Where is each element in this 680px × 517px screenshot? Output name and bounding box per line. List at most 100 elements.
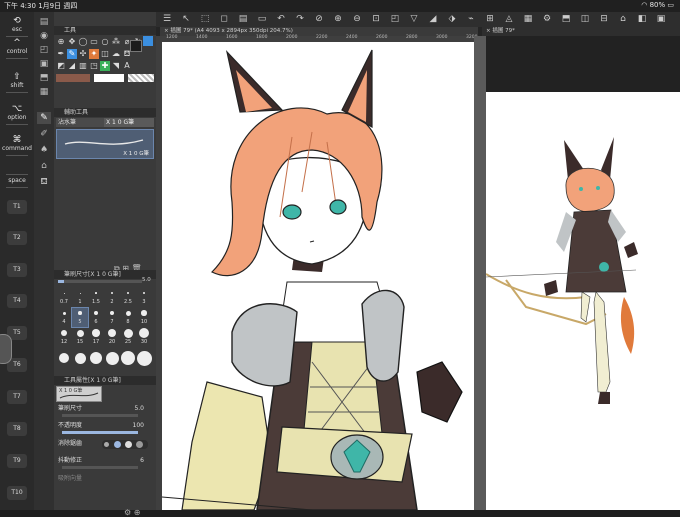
property-brush-preview[interactable]: X 1 0 G筆 [56, 386, 102, 402]
brush-size-option[interactable] [56, 350, 72, 366]
brush-size-option[interactable]: 17 [88, 328, 104, 347]
sub-tool-tab-g-pen[interactable]: X 1 0 G筆 [104, 118, 154, 127]
brush-size-option[interactable]: 25 [120, 328, 136, 347]
brush-size-option[interactable]: 2 [104, 288, 120, 307]
new-file-icon[interactable]: ◻ [217, 12, 231, 27]
edge-handle[interactable] [0, 334, 12, 364]
shortcut-key-t4[interactable]: T4 [7, 294, 27, 308]
prop-brush-size-slider[interactable] [62, 414, 138, 417]
redo-icon[interactable]: ↷ [293, 12, 307, 27]
eraser-tool-icon[interactable]: ⌂ [37, 160, 51, 172]
transform-icon[interactable]: ◢ [426, 12, 440, 27]
shortcut-key-t1[interactable]: T1 [7, 200, 27, 214]
eraser-icon[interactable]: ◫ [100, 49, 110, 59]
brush-size-option[interactable] [136, 350, 152, 366]
transparent-color-swatch[interactable] [128, 74, 154, 82]
airbrush-icon[interactable]: ✣ [78, 49, 88, 59]
prop-stabilization-row[interactable]: 抖動修正 6 [58, 456, 152, 465]
fullscreen-icon[interactable]: ▣ [654, 12, 668, 27]
layer-icon[interactable]: ▦ [521, 12, 535, 27]
esc-key[interactable]: ⟲ esc [2, 16, 32, 37]
zoom-in-icon[interactable]: ⊕ [331, 12, 345, 27]
brush-tool-icon[interactable]: ♠ [37, 144, 51, 156]
properties-icon[interactable]: ◉ [37, 30, 51, 42]
gradient-icon[interactable]: ◩ [56, 61, 66, 71]
crop-icon[interactable]: ◰ [388, 12, 402, 27]
brush-size-option[interactable]: 4 [56, 308, 72, 327]
magic-wand-icon[interactable]: ⁂ [111, 37, 121, 47]
sep[interactable]: ⬚ [198, 12, 212, 27]
text-icon[interactable]: A [122, 61, 132, 71]
save-icon[interactable]: ▭ [255, 12, 269, 27]
menu-icon[interactable]: ☰ [160, 12, 174, 27]
frame-icon[interactable]: ▥ [78, 61, 88, 71]
ruler-icon[interactable]: ◳ [89, 61, 99, 71]
prop-vector-row[interactable]: 吸附向量 [58, 474, 152, 483]
blend-icon[interactable]: ☁ [111, 49, 121, 59]
brush-size-option[interactable]: 1 [72, 288, 88, 307]
selected-brush-item[interactable]: X 1 0 G筆 [56, 129, 154, 159]
sub-color-swatch[interactable] [94, 74, 124, 82]
decoration-icon[interactable]: ✦ [89, 49, 99, 59]
brush-size-slider[interactable] [58, 280, 142, 283]
property-footer-icons[interactable]: ⚙ ⊕ [124, 508, 140, 517]
brush-size-option[interactable]: 0.7 [56, 288, 72, 307]
material-icon[interactable]: ▦ [37, 86, 51, 98]
brush-size-option[interactable] [88, 350, 104, 366]
sub-color-chip[interactable] [143, 36, 153, 46]
snap-icon[interactable]: ⌁ [464, 12, 478, 27]
color-icon[interactable]: ⬒ [559, 12, 573, 27]
layer-property-icon[interactable]: ▣ [37, 58, 51, 70]
shortcut-key-t10[interactable]: T10 [7, 486, 27, 500]
zoom-out-icon[interactable]: ⊖ [350, 12, 364, 27]
main-canvas[interactable] [162, 42, 482, 510]
prop-opacity-row[interactable]: 不透明度 100 [58, 421, 152, 430]
main-color-swatch[interactable] [56, 74, 90, 82]
pencil-tool-icon[interactable]: ✐ [37, 128, 51, 140]
brush-size-option[interactable]: 1.5 [88, 288, 104, 307]
canvas-divider[interactable] [474, 36, 486, 510]
fill-tool-icon[interactable]: ⛾ [37, 176, 51, 188]
brush-size-option[interactable]: 6 [88, 308, 104, 327]
navigator-icon[interactable]: ◰ [37, 44, 51, 56]
balloon-icon[interactable]: ◥ [111, 61, 121, 71]
grid-icon[interactable]: ⊞ [483, 12, 497, 27]
fit-icon[interactable]: ⊡ [369, 12, 383, 27]
cursor-icon[interactable]: ↖ [179, 12, 193, 27]
prop-opacity-slider[interactable] [62, 431, 138, 434]
brush-size-option[interactable] [72, 350, 88, 366]
lasso-icon[interactable]: ◯ [78, 37, 88, 47]
sub-tool-tab-dip-pen[interactable]: 沾水筆 [56, 118, 104, 127]
brush-size-option[interactable] [104, 350, 120, 366]
brush-size-option[interactable]: 15 [72, 328, 88, 347]
flip-icon[interactable]: ⬗ [445, 12, 459, 27]
brush-size-option[interactable]: 8 [120, 308, 136, 327]
undo-icon[interactable]: ↶ [274, 12, 288, 27]
brush-size-option[interactable]: 20 [104, 328, 120, 347]
command-key[interactable]: ⌘ command [2, 135, 32, 156]
brush-size-option[interactable]: 5 [71, 307, 89, 328]
pen-selected-icon[interactable]: ✎ [67, 49, 77, 59]
pen-tool-icon[interactable]: ✎ [37, 112, 51, 124]
brush-size-option[interactable]: 30 [136, 328, 152, 347]
prop-stabilization-slider[interactable] [62, 466, 138, 469]
shortcut-key-t8[interactable]: T8 [7, 422, 27, 436]
rect-select-icon[interactable]: ▭ [89, 37, 99, 47]
window-icon[interactable]: ⊟ [597, 12, 611, 27]
split-icon[interactable]: ◫ [578, 12, 592, 27]
space-key[interactable]: space [2, 172, 32, 188]
brush-size-option[interactable]: 12 [56, 328, 72, 347]
secondary-canvas[interactable] [486, 92, 680, 510]
shortcut-key-t2[interactable]: T2 [7, 231, 27, 245]
brush-size-option[interactable]: 7 [104, 308, 120, 327]
move-icon[interactable]: ✥ [67, 37, 77, 47]
zoom-icon[interactable]: ⊕ [56, 37, 66, 47]
add-icon[interactable]: ✚ [100, 61, 110, 71]
ellipse-select-icon[interactable]: ○ [100, 37, 110, 47]
shortcut-key-t3[interactable]: T3 [7, 263, 27, 277]
figure-icon[interactable]: ◢ [67, 61, 77, 71]
control-key[interactable]: ^ control [2, 38, 32, 59]
main-color-chip[interactable] [130, 40, 142, 52]
shortcut-key-t7[interactable]: T7 [7, 390, 27, 404]
color-icon[interactable]: ⬒ [37, 72, 51, 84]
